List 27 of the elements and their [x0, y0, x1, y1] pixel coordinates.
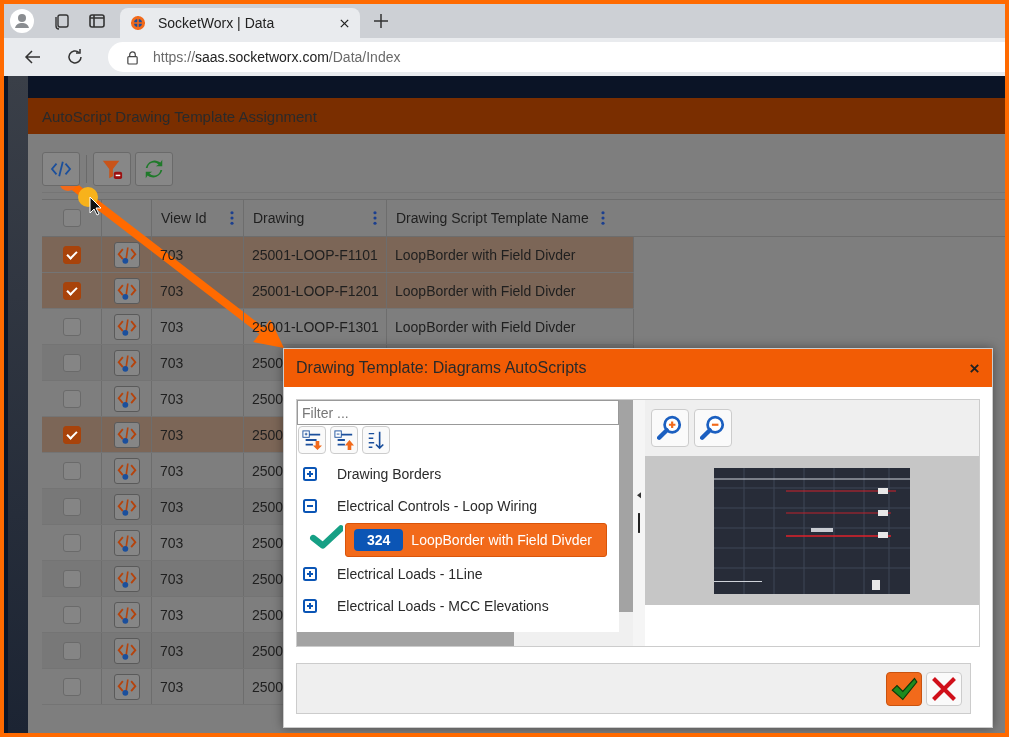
table-cell: 703 — [152, 309, 244, 344]
table-cell: LoopBorder with Field Divder — [387, 237, 634, 272]
table-cell: 703 — [152, 273, 244, 308]
template-name: LoopBorder with Field Divder — [411, 532, 592, 548]
table-cell: 703 — [152, 561, 244, 596]
table-cell: 703 — [152, 633, 244, 668]
table-cell: 703 — [152, 525, 244, 560]
id-badge: 324 — [354, 529, 404, 551]
browser-tab[interactable]: SocketWorx | Data — [120, 8, 360, 38]
table-cell: 25001-LOOP-F1101 — [244, 237, 387, 272]
filter-field[interactable]: Filter ... — [297, 400, 619, 425]
table-cell: 703 — [152, 597, 244, 632]
table-cell: LoopBorder with Field Divder — [387, 309, 634, 344]
table-cell: 703 — [152, 453, 244, 488]
window-title: AutoScript Drawing Template Assignment — [28, 98, 1005, 134]
table-cell: LoopBorder with Field Divder — [387, 273, 634, 308]
table-cell: 703 — [152, 489, 244, 524]
table-cell: 703 — [152, 345, 244, 380]
table-cell: 703 — [152, 381, 244, 416]
column-header[interactable]: Drawing — [253, 210, 305, 226]
column-header[interactable]: View Id — [161, 210, 207, 226]
column-header[interactable]: Drawing Script Template Name — [396, 210, 589, 226]
address-field[interactable]: https://saas.socketworx.com/Data/Index — [108, 42, 1005, 72]
tree-leaf-item[interactable]: 324 LoopBorder with Field Divder — [345, 523, 607, 557]
table-cell: 25001-LOOP-F1201 — [244, 273, 387, 308]
table-cell: 703 — [152, 417, 244, 452]
table-cell: 703 — [152, 669, 244, 704]
